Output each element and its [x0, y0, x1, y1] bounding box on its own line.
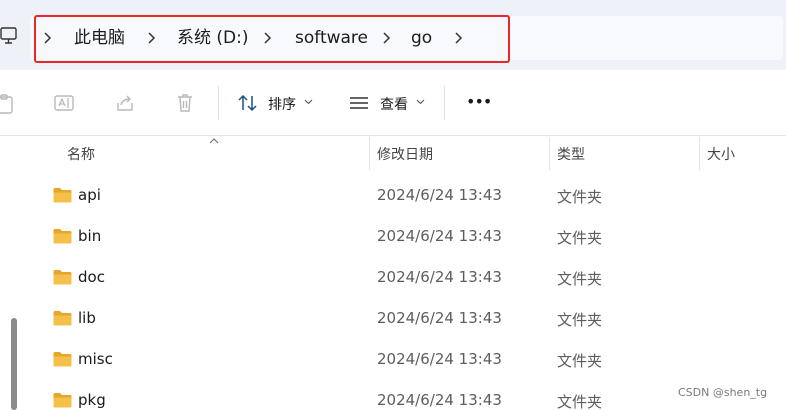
delete-icon[interactable] [174, 92, 196, 114]
toolbar-divider [218, 86, 219, 120]
file-type: 文件夹 [557, 188, 603, 206]
column-divider[interactable] [549, 137, 550, 170]
file-row[interactable]: api 2024/6/24 13:43 文件夹 [40, 175, 786, 216]
share-icon[interactable] [114, 92, 136, 114]
column-header-modified[interactable]: 修改日期 [377, 144, 433, 164]
file-modified: 2024/6/24 13:43 [377, 391, 502, 409]
sort-button[interactable]: 排序 [268, 94, 296, 114]
file-row[interactable]: pkg 2024/6/24 13:43 文件夹 [40, 380, 786, 410]
view-button[interactable]: 查看 [380, 94, 408, 114]
file-type: 文件夹 [557, 270, 603, 288]
folder-icon [53, 188, 72, 203]
folder-icon [53, 393, 72, 408]
file-row[interactable]: doc 2024/6/24 13:43 文件夹 [40, 257, 786, 298]
folder-icon [53, 311, 72, 326]
folder-icon [53, 352, 72, 367]
folder-icon [53, 270, 72, 285]
breadcrumb-this-pc[interactable]: 此电脑 [74, 27, 125, 49]
this-pc-icon[interactable] [0, 26, 20, 46]
file-row[interactable]: lib 2024/6/24 13:43 文件夹 [40, 298, 786, 339]
breadcrumb-go[interactable]: go [411, 27, 432, 49]
file-type: 文件夹 [557, 311, 603, 329]
more-options-button[interactable]: ••• [466, 92, 492, 111]
file-name[interactable]: lib [78, 309, 96, 327]
file-modified: 2024/6/24 13:43 [377, 227, 502, 245]
breadcrumb-chevron-icon[interactable] [42, 29, 54, 47]
file-row[interactable]: bin 2024/6/24 13:43 文件夹 [40, 216, 786, 257]
breadcrumb-chevron-icon[interactable] [146, 29, 158, 47]
column-divider[interactable] [699, 137, 700, 170]
breadcrumb-chevron-icon[interactable] [262, 29, 274, 47]
folder-icon [53, 229, 72, 244]
breadcrumb-chevron-icon[interactable] [453, 29, 465, 47]
file-modified: 2024/6/24 13:43 [377, 268, 502, 286]
file-name[interactable]: bin [78, 227, 101, 245]
file-name[interactable]: misc [78, 350, 113, 368]
column-header-size[interactable]: 大小 [707, 144, 735, 164]
breadcrumb-drive-d[interactable]: 系统 (D:) [177, 27, 249, 49]
toolbar-divider [444, 86, 445, 120]
file-row[interactable]: misc 2024/6/24 13:43 文件夹 [40, 339, 786, 380]
sort-icon[interactable] [237, 92, 259, 114]
file-type: 文件夹 [557, 229, 603, 247]
file-type: 文件夹 [557, 393, 603, 410]
rename-icon[interactable] [53, 92, 75, 114]
column-divider[interactable] [369, 137, 370, 170]
chevron-down-icon[interactable] [304, 99, 313, 105]
paste-icon[interactable] [0, 92, 22, 114]
file-name[interactable]: pkg [78, 391, 106, 409]
breadcrumb-chevron-icon[interactable] [381, 29, 393, 47]
breadcrumb-software[interactable]: software [295, 27, 368, 49]
file-type: 文件夹 [557, 352, 603, 370]
view-icon[interactable] [348, 92, 370, 114]
file-modified: 2024/6/24 13:43 [377, 186, 502, 204]
file-name[interactable]: doc [78, 268, 105, 286]
address-field[interactable] [30, 16, 783, 60]
scrollbar-thumb[interactable] [11, 318, 17, 410]
file-modified: 2024/6/24 13:43 [377, 309, 502, 327]
sort-ascending-icon [209, 138, 219, 144]
column-header-name[interactable]: 名称 [67, 144, 95, 164]
file-name[interactable]: api [78, 186, 101, 204]
column-header-type[interactable]: 类型 [557, 144, 585, 164]
file-modified: 2024/6/24 13:43 [377, 350, 502, 368]
watermark-text: CSDN @shen_tg [678, 386, 768, 399]
chevron-down-icon[interactable] [416, 99, 425, 105]
